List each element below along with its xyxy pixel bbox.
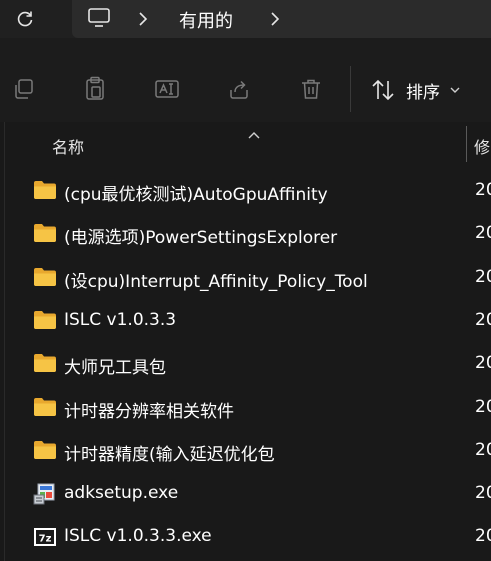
chevron-right-icon[interactable] xyxy=(138,11,148,30)
file-row[interactable]: 大师兄工具包 20 xyxy=(0,344,491,384)
delete-icon[interactable] xyxy=(296,74,326,104)
file-row[interactable]: (设cpu)Interrupt_Affinity_Policy_Tool 20 xyxy=(0,258,491,298)
sort-arrows-icon xyxy=(372,79,394,101)
file-date: 20 xyxy=(475,526,491,547)
folder-icon xyxy=(33,440,57,462)
file-row[interactable]: adksetup.exe 20 xyxy=(0,474,491,514)
file-name: adksetup.exe xyxy=(64,483,179,504)
toolbar-divider xyxy=(350,66,351,112)
chevron-right-icon[interactable] xyxy=(270,11,280,30)
column-modified-header[interactable]: 修 xyxy=(474,134,490,158)
refresh-icon[interactable] xyxy=(12,6,38,32)
address-bar: 有用的 xyxy=(0,0,491,38)
file-name: 计时器分辨率相关软件 xyxy=(64,401,234,422)
folder-icon xyxy=(33,267,57,289)
copy-icon[interactable] xyxy=(9,74,39,104)
file-date: 20 xyxy=(475,266,491,287)
file-name: (电源选项)PowerSettingsExplorer xyxy=(64,228,338,249)
file-row[interactable]: (cpu最优核测试)AutoGpuAffinity 20 xyxy=(0,171,491,211)
file-date: 20 xyxy=(475,223,491,244)
share-icon[interactable] xyxy=(224,74,254,104)
installer-icon xyxy=(33,483,57,505)
file-row[interactable]: (电源选项)PowerSettingsExplorer 20 xyxy=(0,214,491,254)
archive-7z-icon: 7z xyxy=(33,526,57,548)
file-name: (cpu最优核测试)AutoGpuAffinity xyxy=(64,185,328,205)
chevron-down-icon xyxy=(450,87,460,93)
folder-icon xyxy=(33,180,57,202)
file-date: 20 xyxy=(475,483,491,504)
paste-icon[interactable] xyxy=(80,74,110,104)
folder-icon xyxy=(33,397,57,419)
folder-icon xyxy=(33,353,57,375)
file-name: (设cpu)Interrupt_Affinity_Policy_Tool xyxy=(64,271,368,292)
file-row[interactable]: 7z ISLC v1.0.3.3.exe 20 xyxy=(0,517,491,557)
folder-icon xyxy=(33,310,57,332)
column-name-header[interactable]: 名称 xyxy=(52,134,84,158)
file-date: 20 xyxy=(475,396,491,417)
rename-icon[interactable] xyxy=(152,74,182,104)
breadcrumb-current[interactable]: 有用的 xyxy=(179,7,233,33)
file-name: ISLC v1.0.3.3.exe xyxy=(64,526,212,547)
file-list: 名称 修 (cpu最优核测试)AutoGpuAffinity20(电源选项)Po… xyxy=(0,122,491,561)
sort-button[interactable]: 排序 xyxy=(370,72,460,108)
file-date: 20 xyxy=(475,439,491,460)
sort-label: 排序 xyxy=(406,82,440,103)
file-date: 20 xyxy=(475,353,491,374)
this-pc-icon[interactable] xyxy=(88,8,110,32)
file-row[interactable]: ISLC v1.0.3.3 20 xyxy=(0,301,491,341)
file-date: 20 xyxy=(475,180,491,200)
svg-text:7z: 7z xyxy=(39,534,52,545)
file-name: 大师兄工具包 xyxy=(64,358,166,379)
folder-icon xyxy=(33,223,57,245)
file-date: 20 xyxy=(475,309,491,330)
file-row[interactable]: 计时器精度(输入延迟优化包 20 xyxy=(0,431,491,471)
file-row[interactable]: 计时器分辨率相关软件 20 xyxy=(0,388,491,428)
file-name: 计时器精度(输入延迟优化包 xyxy=(64,444,275,465)
address-field[interactable]: 有用的 xyxy=(72,0,491,38)
column-resize-handle[interactable] xyxy=(466,126,467,162)
file-name: ISLC v1.0.3.3 xyxy=(64,309,177,330)
sort-ascending-icon xyxy=(248,124,260,143)
column-header: 名称 修 xyxy=(0,122,491,164)
command-bar: 排序 xyxy=(0,52,491,128)
